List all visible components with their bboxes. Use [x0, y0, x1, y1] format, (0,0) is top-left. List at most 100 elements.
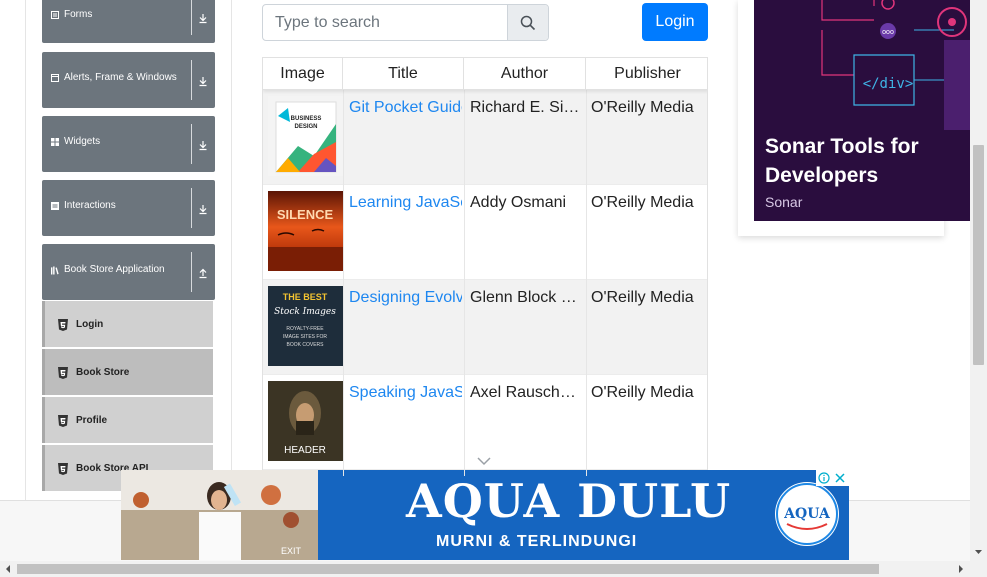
book-cover[interactable]: THE BEST Stock Images ROYALTY-FREE IMAGE…: [268, 286, 343, 366]
sidebar-group-label: Book Store Application: [64, 264, 165, 275]
ad-title: Sonar Tools for Developers: [765, 135, 919, 187]
sidebar-border: [231, 0, 232, 500]
close-icon[interactable]: [832, 470, 848, 486]
column-header-author[interactable]: Author: [464, 58, 586, 90]
table-row: THE BEST Stock Images ROYALTY-FREE IMAGE…: [263, 280, 707, 375]
book-publisher: O'Reilly Media: [591, 384, 694, 401]
book-icon: [51, 266, 59, 274]
cover-text: DESIGN: [294, 124, 317, 130]
ad-illustration: ooo </div>: [754, 0, 970, 130]
table-header: Image Title Author Publisher: [263, 58, 707, 90]
aqua-banner-ad[interactable]: EXIT AQUA DULU MURNI & TERLINDUNGI AQUA: [121, 470, 849, 560]
book-cover[interactable]: BUSINESS DESIGN: [268, 96, 343, 176]
html5-icon: [57, 318, 69, 331]
upload-arrow-icon[interactable]: [197, 266, 209, 279]
column-header-publisher[interactable]: Publisher: [586, 58, 707, 90]
ad-tagline: MURNI & TERLINDUNGI: [436, 533, 638, 550]
book-publisher: O'Reilly Media: [591, 99, 694, 116]
sidebar-item-label: Login: [76, 319, 104, 330]
info-icon[interactable]: [816, 470, 832, 486]
sidebar-group-label: Alerts, Frame & Windows: [64, 72, 177, 83]
page: Forms Alerts, Frame & Windows Widgets In…: [0, 0, 987, 577]
chevron-down-icon[interactable]: [476, 454, 492, 466]
sidebar-group-alerts[interactable]: Alerts, Frame & Windows: [42, 52, 215, 108]
book-cover[interactable]: SILENCE: [268, 191, 343, 271]
left-border: [25, 0, 26, 500]
sidebar-group-label: Forms: [64, 9, 93, 20]
scroll-right-icon[interactable]: [955, 561, 967, 577]
book-title-link[interactable]: Learning JavaScript Design Patterns: [349, 194, 462, 212]
scroll-left-icon[interactable]: [2, 561, 14, 577]
cover-text: SILENCE: [277, 207, 334, 222]
divider: [191, 252, 192, 292]
sidebar-item-label: Profile: [76, 415, 108, 426]
sidebar-group-interactions[interactable]: Interactions: [42, 180, 215, 236]
table-row: SILENCE Learning JavaScript Design Patte…: [263, 185, 707, 280]
book-author: Glenn Block et al.: [470, 289, 582, 306]
divider: [191, 60, 192, 100]
search-icon: [520, 15, 536, 30]
column-divider: [343, 58, 344, 476]
book-author: Addy Osmani: [470, 194, 567, 211]
vertical-scrollbar-thumb[interactable]: [973, 145, 984, 365]
form-icon: [51, 11, 59, 19]
html5-icon: [57, 366, 69, 379]
book-title-link[interactable]: Designing Evolvable Web APIs with ASP.NE…: [349, 289, 462, 307]
sidebar-group-widgets[interactable]: Widgets: [42, 116, 215, 172]
sidebar-item-label: Book Store: [76, 367, 130, 378]
search-input[interactable]: [263, 5, 508, 40]
ad-choices[interactable]: [816, 470, 849, 486]
divider: [191, 124, 192, 164]
sidebar-item-profile[interactable]: Profile: [42, 397, 213, 443]
divider: [191, 188, 192, 228]
widgets-icon: [51, 138, 59, 146]
book-publisher: O'Reilly Media: [591, 289, 694, 306]
cover-text: IMAGE SITES FOR: [283, 334, 327, 340]
column-divider: [586, 58, 587, 476]
sonar-ad[interactable]: ooo </div> Sonar Tools for Developers So…: [754, 0, 970, 221]
ad-photo: EXIT: [121, 470, 318, 560]
cover-text: BOOK COVERS: [287, 342, 325, 348]
svg-text:ooo: ooo: [882, 29, 894, 36]
book-title-link[interactable]: Git Pocket Guide: [349, 99, 462, 117]
download-arrow-icon[interactable]: [197, 138, 209, 151]
login-button[interactable]: Login: [642, 3, 708, 41]
book-author: Richard E. Silverman: [470, 99, 582, 116]
cover-text: ROYALTY-FREE: [286, 326, 324, 332]
sidebar-item-login[interactable]: Login: [42, 301, 213, 347]
book-cover[interactable]: HEADER: [268, 381, 343, 461]
sidebar-group-label: Interactions: [64, 200, 116, 211]
divider: [191, 0, 192, 35]
table-row: BUSINESS DESIGN Git Pocket Guide Richard…: [263, 90, 707, 185]
ad-brand: AQUA DULU: [406, 474, 732, 528]
cover-text: HEADER: [284, 445, 326, 456]
books-table: Image Title Author Publisher BUSINESS DE…: [262, 57, 708, 477]
html5-icon: [57, 462, 69, 475]
horizontal-scrollbar-thumb[interactable]: [17, 564, 879, 574]
window-icon: [51, 74, 59, 82]
book-publisher: O'Reilly Media: [591, 194, 694, 211]
sidebar-group-label: Widgets: [64, 136, 101, 147]
cover-text: THE BEST: [283, 292, 328, 302]
book-title-link[interactable]: Speaking JavaScript: [349, 384, 462, 402]
ad-sponsor: Sonar: [765, 194, 803, 210]
cover-text: BUSINESS: [291, 116, 322, 122]
column-header-image[interactable]: Image: [263, 58, 343, 90]
interactions-icon: [51, 202, 59, 210]
book-author: Axel Rauschmayer: [470, 384, 582, 401]
photo-text: EXIT: [281, 546, 302, 556]
sidebar-item-book-store[interactable]: Book Store: [42, 349, 213, 395]
aqua-logo: AQUA: [775, 482, 839, 546]
sidebar-group-forms[interactable]: Forms: [42, 0, 215, 43]
column-divider: [464, 58, 465, 476]
download-arrow-icon[interactable]: [197, 74, 209, 87]
scroll-down-icon[interactable]: [970, 547, 987, 557]
download-arrow-icon[interactable]: [197, 11, 209, 24]
ad-code-label: </div>: [863, 76, 914, 92]
html5-icon: [57, 414, 69, 427]
sidebar-group-book-store[interactable]: Book Store Application: [42, 244, 215, 300]
column-header-title[interactable]: Title: [343, 58, 464, 90]
search-button[interactable]: [507, 5, 548, 40]
search-box: [262, 4, 549, 41]
download-arrow-icon[interactable]: [197, 202, 209, 215]
